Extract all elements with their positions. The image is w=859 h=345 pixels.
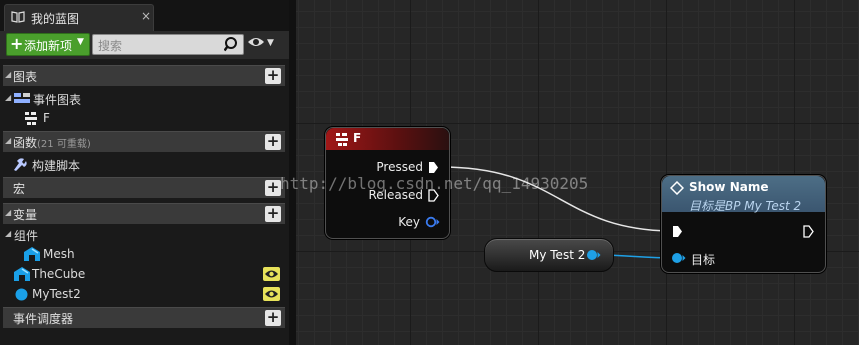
- event-node-header[interactable]: F: [326, 128, 449, 150]
- pressed-pin-label: Pressed: [376, 160, 423, 174]
- event-node-title: F: [353, 131, 362, 145]
- function-node-target-subtitle: 目标是BP My Test 2: [689, 199, 802, 213]
- key-pin-label: Key: [398, 215, 420, 229]
- variable-node-label: My Test 2: [529, 248, 586, 262]
- function-node-show-name[interactable]: Show Name 目标是BP My Test 2 目标: [661, 175, 826, 273]
- exec-input-pin-icon[interactable]: [672, 225, 683, 238]
- variable-node-my-test-2[interactable]: My Test 2: [484, 238, 614, 272]
- target-pin-label: 目标: [691, 253, 716, 267]
- function-diamond-icon: [670, 181, 684, 195]
- function-node-header[interactable]: Show Name 目标是BP My Test 2: [662, 176, 825, 213]
- watermark-text: http://blog.csdn.net/qq_14930205: [280, 174, 589, 193]
- event-icon: [336, 133, 348, 146]
- function-node-title: Show Name: [689, 180, 769, 194]
- exec-output-pin-icon[interactable]: [803, 225, 814, 238]
- target-pin-icon[interactable]: [671, 252, 687, 264]
- object-output-pin-icon[interactable]: [586, 249, 602, 261]
- exec-pin-pressed-icon[interactable]: [428, 161, 439, 174]
- key-pin-icon[interactable]: [425, 216, 441, 228]
